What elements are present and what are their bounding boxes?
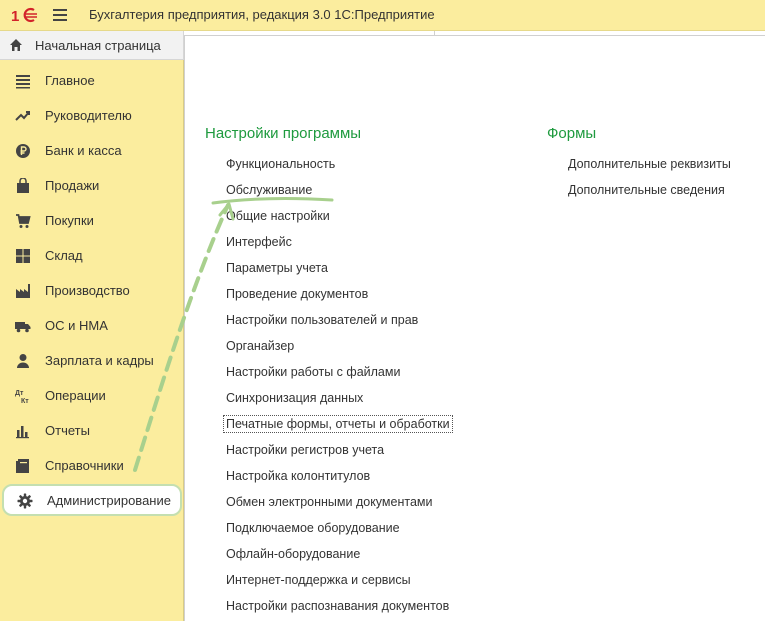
sidebar-item-catalogs[interactable]: Справочники — [0, 448, 184, 483]
link-additional-attributes[interactable]: Дополнительные реквизиты — [568, 157, 731, 171]
svg-text:Дт: Дт — [15, 390, 24, 397]
menu-hamburger-icon[interactable] — [53, 8, 69, 22]
gear-icon — [17, 493, 33, 509]
link-header-footer[interactable]: Настройка колонтитулов — [226, 469, 370, 483]
truck-icon — [15, 322, 31, 333]
home-page-item[interactable]: Начальная страница — [0, 31, 184, 60]
link-additional-info[interactable]: Дополнительные сведения — [568, 183, 725, 197]
sidebar-item-label: Операции — [45, 388, 106, 403]
bar-chart-icon — [16, 426, 29, 439]
sidebar-item-sales[interactable]: Продажи — [0, 168, 184, 203]
sidebar-item-label: Банк и касса — [45, 143, 122, 158]
sidebar-item-operations[interactable]: Дт Кт Операции — [0, 378, 184, 413]
sidebar-item-label: Зарплата и кадры — [45, 353, 154, 368]
link-offline-equipment[interactable]: Офлайн-оборудование — [226, 547, 360, 561]
link-data-sync[interactable]: Синхронизация данных — [226, 391, 363, 405]
bag-icon — [17, 178, 29, 193]
link-file-settings[interactable]: Настройки работы с файлами — [226, 365, 400, 379]
link-organizer[interactable]: Органайзер — [226, 339, 294, 353]
sidebar-item-label: Главное — [45, 73, 95, 88]
link-connected-equipment[interactable]: Подключаемое оборудование — [226, 521, 400, 535]
sidebar-item-purchases[interactable]: Покупки — [0, 203, 184, 238]
settings-section-title: Настройки программы — [205, 125, 362, 142]
svg-text:1: 1 — [11, 8, 19, 24]
sidebar-item-label: Администрирование — [47, 493, 171, 508]
sidebar-item-label: Склад — [45, 248, 83, 263]
sidebar-item-label: Покупки — [45, 213, 94, 228]
sidebar-item-salary[interactable]: Зарплата и кадры — [0, 343, 184, 378]
link-accounting-parameters[interactable]: Параметры учета — [226, 261, 328, 275]
sidebar: Главное Руководителю Банк и касса Продаж… — [0, 60, 184, 621]
book-icon — [16, 459, 29, 473]
cart-icon — [16, 214, 31, 228]
home-page-label: Начальная страница — [35, 38, 161, 53]
list-icon — [16, 75, 30, 89]
forms-section-title: Формы — [547, 125, 597, 142]
sidebar-item-label: Продажи — [45, 178, 100, 193]
link-interface[interactable]: Интерфейс — [226, 235, 292, 249]
warehouse-icon — [16, 249, 30, 263]
link-general-settings[interactable]: Общие настройки — [226, 209, 330, 223]
trend-icon — [15, 111, 30, 121]
sidebar-item-reports[interactable]: Отчеты — [0, 413, 184, 448]
link-internet-support[interactable]: Интернет-поддержка и сервисы — [226, 573, 411, 587]
sidebar-item-main[interactable]: Главное — [0, 63, 184, 98]
link-edi-exchange[interactable]: Обмен электронными документами — [226, 495, 432, 509]
link-functionality[interactable]: Функциональность — [226, 157, 335, 171]
sidebar-item-production[interactable]: Производство — [0, 273, 184, 308]
1c-logo-icon[interactable]: 1 — [11, 6, 43, 24]
sidebar-item-label: Руководителю — [45, 108, 132, 123]
person-icon — [17, 354, 29, 368]
sidebar-item-fixed-assets[interactable]: ОС и НМА — [0, 308, 184, 343]
sidebar-item-manager[interactable]: Руководителю — [0, 98, 184, 133]
home-icon — [10, 39, 22, 51]
sidebar-item-administration[interactable]: Администрирование — [2, 484, 182, 516]
title-bar: 1 Бухгалтерия предприятия, редакция 3.0 … — [0, 0, 765, 31]
factory-icon — [16, 284, 30, 298]
app-title: Бухгалтерия предприятия, редакция 3.0 1С… — [89, 7, 435, 22]
link-register-settings[interactable]: Настройки регистров учета — [226, 443, 384, 457]
dt-kt-icon: Дт Кт — [15, 390, 29, 404]
svg-text:Кт: Кт — [21, 398, 29, 404]
sidebar-item-label: Отчеты — [45, 423, 90, 438]
ruble-icon — [16, 144, 30, 158]
link-document-recognition[interactable]: Настройки распознавания документов — [226, 599, 449, 613]
sidebar-item-warehouse[interactable]: Склад — [0, 238, 184, 273]
sidebar-item-label: Производство — [45, 283, 130, 298]
link-print-forms[interactable]: Печатные формы, отчеты и обработки — [223, 415, 453, 433]
sidebar-item-bank[interactable]: Банк и касса — [0, 133, 184, 168]
link-document-posting[interactable]: Проведение документов — [226, 287, 368, 301]
sidebar-item-label: ОС и НМА — [45, 318, 108, 333]
link-maintenance[interactable]: Обслуживание — [226, 183, 312, 197]
sidebar-item-label: Справочники — [45, 458, 124, 473]
link-users-and-rights[interactable]: Настройки пользователей и прав — [226, 313, 418, 327]
